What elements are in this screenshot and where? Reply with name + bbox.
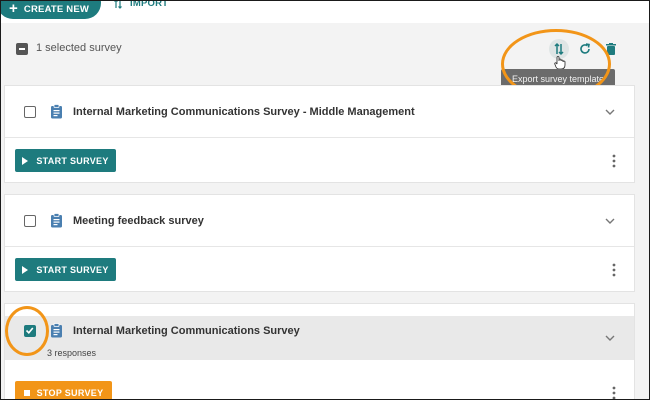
- start-survey-button[interactable]: START SURVEY: [15, 149, 116, 172]
- response-count: 3 responses: [47, 348, 97, 358]
- survey-card-footer: START SURVEY: [5, 138, 634, 183]
- import-button[interactable]: IMPORT: [113, 0, 169, 9]
- survey-title: Meeting feedback survey: [73, 215, 204, 227]
- survey-card-header-selected[interactable]: [5, 316, 634, 360]
- survey-card-selected: Internal Marketing Communications Survey…: [4, 303, 635, 400]
- highlight-circle-checkbox: [5, 306, 49, 356]
- select-all-checkbox[interactable]: [16, 43, 28, 55]
- survey-checkbox[interactable]: [24, 106, 36, 118]
- top-toolbar: + CREATE NEW IMPORT: [1, 1, 649, 23]
- survey-card: Meeting feedback survey START SURVEY: [4, 194, 635, 292]
- chevron-down-icon[interactable]: [604, 332, 616, 344]
- create-new-button[interactable]: + CREATE NEW: [1, 0, 101, 19]
- clipboard-icon: [51, 213, 62, 228]
- chevron-down-icon[interactable]: [604, 215, 616, 227]
- clipboard-icon: [51, 104, 62, 119]
- more-options-icon[interactable]: [612, 386, 616, 400]
- survey-card: Internal Marketing Communications Survey…: [4, 85, 635, 183]
- more-options-icon[interactable]: [612, 263, 616, 277]
- plus-icon: +: [8, 0, 18, 17]
- survey-card-header[interactable]: Meeting feedback survey: [5, 195, 634, 247]
- app-frame: + CREATE NEW IMPORT 1 selected survey Ex…: [0, 0, 650, 400]
- create-new-label: CREATE NEW: [23, 3, 90, 15]
- survey-checkbox[interactable]: [24, 215, 36, 227]
- more-options-icon[interactable]: [612, 154, 616, 168]
- start-survey-button[interactable]: START SURVEY: [15, 258, 116, 281]
- import-arrows-icon: [114, 1, 122, 9]
- stop-icon: [23, 389, 30, 396]
- stop-survey-label: STOP SURVEY: [36, 387, 104, 398]
- selected-count-text: 1 selected survey: [36, 42, 122, 54]
- survey-card-header[interactable]: Internal Marketing Communications Survey…: [5, 86, 634, 138]
- play-icon: [22, 265, 29, 274]
- survey-card-footer: START SURVEY: [5, 247, 634, 292]
- start-survey-label: START SURVEY: [36, 264, 109, 275]
- clipboard-icon: [51, 323, 62, 338]
- chevron-down-icon[interactable]: [604, 106, 616, 118]
- survey-card-footer: STOP SURVEY: [5, 370, 634, 400]
- start-survey-label: START SURVEY: [36, 155, 109, 166]
- survey-title: Internal Marketing Communications Survey: [73, 325, 300, 337]
- import-label: IMPORT: [130, 0, 169, 9]
- survey-title: Internal Marketing Communications Survey…: [73, 106, 415, 118]
- stop-survey-button[interactable]: STOP SURVEY: [15, 381, 112, 399]
- play-icon: [22, 156, 29, 165]
